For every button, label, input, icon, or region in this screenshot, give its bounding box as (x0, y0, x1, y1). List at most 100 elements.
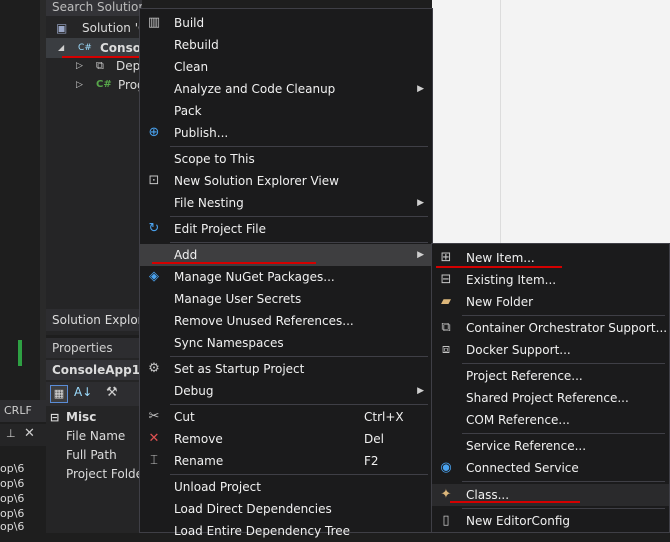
connected-service-icon: ◉ (440, 460, 452, 475)
submenu-item-existing-item[interactable]: ⊟ Existing Item... (432, 269, 669, 291)
section-label: Misc (66, 410, 97, 424)
output-line: op\6 (0, 462, 25, 475)
menu-item-new-view[interactable]: ⊡ New Solution Explorer View (140, 170, 432, 192)
gear-icon: ⚙ (148, 361, 160, 376)
submenu-item-com-ref[interactable]: COM Reference... (432, 409, 669, 431)
output-pane-header: ⊥ ✕ (0, 424, 46, 446)
property-name: Project Folder (66, 467, 142, 481)
annotation-underline (436, 266, 562, 268)
property-name: File Name (66, 429, 126, 443)
menu-item-remove-unused[interactable]: Remove Unused References... (140, 310, 432, 332)
submenu-arrow-icon: ▶ (417, 386, 424, 396)
submenu-item-connected-service[interactable]: ◉ Connected Service (432, 457, 669, 479)
container-icon: ⧉ (441, 320, 451, 335)
properties-toolbar: ▦ A↓ ⚒ (46, 382, 142, 406)
collapse-icon[interactable]: ⊟ (50, 408, 59, 427)
expand-icon[interactable]: ◢ (58, 38, 64, 58)
submenu-item-service-ref[interactable]: Service Reference... (432, 435, 669, 457)
shortcut-label: Del (364, 432, 384, 446)
solution-explorer-tab[interactable]: Solution Explore (46, 309, 142, 331)
tree-item-project[interactable]: ◢ C# Console (46, 38, 142, 58)
nuget-icon: ◈ (149, 269, 159, 284)
menu-item-rebuild[interactable]: Rebuild (140, 34, 432, 56)
submenu-item-shared-ref[interactable]: Shared Project Reference... (432, 387, 669, 409)
build-icon: ▥ (147, 15, 161, 30)
menu-item-startup[interactable]: ⚙ Set as Startup Project (140, 358, 432, 380)
property-name: Full Path (66, 448, 117, 462)
tree-item-label: Dep (116, 59, 141, 73)
menu-item-load-tree[interactable]: Load Entire Dependency Tree (140, 520, 432, 542)
property-row[interactable]: Full Path (46, 446, 142, 465)
categorized-icon[interactable]: ▦ (50, 385, 68, 403)
csharp-file-icon: C# (96, 79, 112, 90)
properties-section[interactable]: ⊟ Misc (46, 408, 142, 427)
output-line: op\6 (0, 520, 25, 533)
menu-item-publish[interactable]: ⊕ Publish... (140, 122, 432, 144)
property-row[interactable]: File Name (46, 427, 142, 446)
menu-item-pack[interactable]: Pack (140, 100, 432, 122)
menu-item-clean[interactable]: Clean (140, 56, 432, 78)
property-row[interactable]: Project Folder (46, 465, 142, 484)
submenu-item-docker[interactable]: ⧈ Docker Support... (432, 339, 669, 361)
menu-item-user-secrets[interactable]: Manage User Secrets (140, 288, 432, 310)
menu-item-nuget[interactable]: ◈ Manage NuGet Packages... (140, 266, 432, 288)
tree-item-label: Console (100, 41, 142, 55)
submenu-arrow-icon: ▶ (417, 198, 424, 208)
add-submenu: ⊞ New Item... ⊟ Existing Item... ▰ New Fold… (431, 243, 670, 533)
new-view-icon: ⊡ (148, 173, 160, 188)
shortcut-label: Ctrl+X (364, 410, 404, 424)
tree-item-solution[interactable]: ▣ Solution 'C (46, 18, 142, 38)
existing-item-icon: ⊟ (440, 272, 452, 287)
annotation-underline (62, 56, 144, 58)
submenu-item-container[interactable]: ⧉ Container Orchestrator Support... (432, 317, 669, 339)
collapsed-arrow-icon[interactable]: ▷ (76, 56, 83, 76)
scissors-icon: ✂ (148, 409, 160, 424)
submenu-arrow-icon: ▶ (417, 250, 424, 260)
editorconfig-icon: ▯ (442, 513, 450, 528)
properties-title: Properties (46, 338, 142, 358)
new-item-icon: ⊞ (440, 250, 452, 265)
output-line: op\6 (0, 477, 25, 490)
output-line: op\6 (0, 492, 25, 505)
menu-item-build[interactable]: ▥ Build (140, 12, 432, 34)
tree-item-program[interactable]: ▷ C# Prog (46, 75, 142, 95)
alphabetical-sort-icon[interactable]: A↓ (74, 385, 92, 399)
tree-item-label: Solution 'C (82, 21, 142, 35)
solution-explorer-search[interactable]: Search Solution Explorer (Ctrl+;) (46, 0, 142, 16)
properties-object-selector[interactable]: ConsoleApp1 P (46, 360, 142, 380)
menu-item-debug[interactable]: Debug ▶ (140, 380, 432, 402)
editor-area (432, 0, 670, 245)
project-context-menu: ▥ Build Rebuild Clean Analyze and Code Cl… (139, 8, 433, 538)
tree-item-dependencies[interactable]: ▷ ⧉ Dep (46, 56, 142, 76)
menu-item-scope[interactable]: Scope to This (140, 148, 432, 170)
submenu-item-project-ref[interactable]: Project Reference... (432, 365, 669, 387)
menu-item-unload[interactable]: Unload Project (140, 476, 432, 498)
globe-icon: ⊕ (148, 125, 160, 140)
menu-item-file-nesting[interactable]: File Nesting ▶ (140, 192, 432, 214)
submenu-item-new-folder[interactable]: ▰ New Folder (432, 291, 669, 313)
remove-x-icon: ✕ (148, 431, 160, 446)
output-line: op\6 (0, 507, 25, 520)
line-ending-indicator[interactable]: CRLF (0, 400, 46, 422)
menu-item-rename[interactable]: ⌶ Rename F2 (140, 450, 432, 472)
close-icon[interactable]: ✕ (24, 426, 35, 441)
wrench-icon[interactable]: ⚒ (106, 385, 118, 400)
annotation-underline (450, 501, 580, 503)
menu-item-sync-namespaces[interactable]: Sync Namespaces (140, 332, 432, 354)
shortcut-label: F2 (364, 454, 379, 468)
docker-icon: ⧈ (441, 342, 451, 357)
menu-item-edit-project[interactable]: ↻ Edit Project File (140, 218, 432, 240)
solution-icon: ▣ (56, 21, 68, 35)
submenu-item-editorconfig[interactable]: ▯ New EditorConfig (432, 510, 669, 532)
rename-icon: ⌶ (150, 453, 158, 468)
pin-icon[interactable]: ⊥ (6, 427, 16, 440)
csproj-icon: C# (78, 43, 92, 53)
menu-item-load-direct[interactable]: Load Direct Dependencies (140, 498, 432, 520)
submenu-arrow-icon: ▶ (417, 84, 424, 94)
menu-item-analyze[interactable]: Analyze and Code Cleanup ▶ (140, 78, 432, 100)
menu-item-cut[interactable]: ✂ Cut Ctrl+X (140, 406, 432, 428)
dependencies-icon: ⧉ (96, 59, 104, 72)
menu-item-remove[interactable]: ✕ Remove Del (140, 428, 432, 450)
folder-icon: ▰ (441, 294, 451, 309)
collapsed-arrow-icon[interactable]: ▷ (76, 75, 83, 95)
